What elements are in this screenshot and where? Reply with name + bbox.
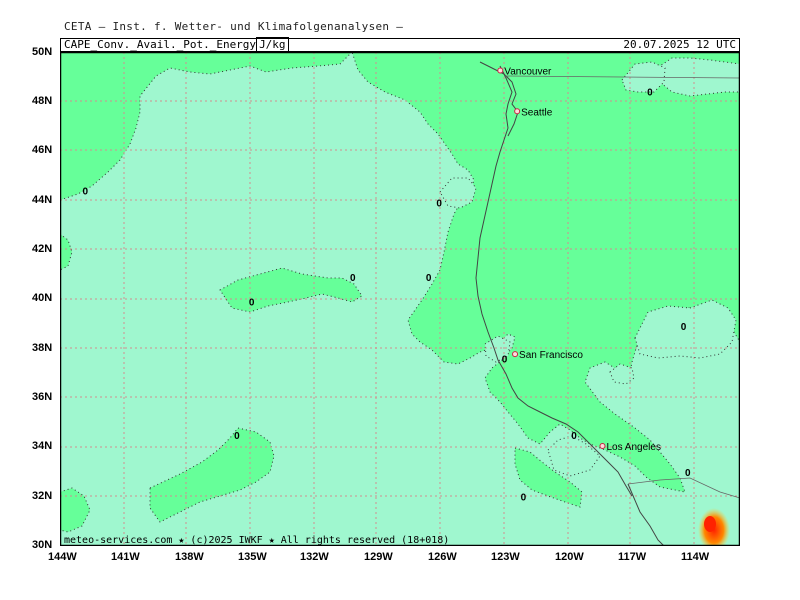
parameter-label: CAPE_Conv._Avail._Pot._Energy J/kg <box>64 37 289 52</box>
contour-value-label: 0 <box>426 273 432 284</box>
lon-label: 120W <box>555 551 584 563</box>
lon-label: 126W <box>428 551 457 563</box>
contour-value-label: 0 <box>571 431 577 442</box>
lon-label: 117W <box>618 551 647 563</box>
city-label: San Francisco <box>519 350 583 361</box>
lat-label: 42N <box>32 243 53 255</box>
contour-value-label: 0 <box>502 354 508 365</box>
lon-label: 135W <box>238 551 267 563</box>
footer-credit: meteo-services.com ★ (c)2025 IWKF ★ All … <box>64 535 450 546</box>
valid-datetime: 20.07.2025 12 UTC <box>623 38 736 51</box>
city-label: Seattle <box>521 107 553 118</box>
lon-label: 114W <box>681 551 710 563</box>
lat-label: 32N <box>32 490 53 502</box>
contour-value-label: 0 <box>82 186 88 197</box>
city-label: Los Angeles <box>606 442 661 453</box>
city-marker <box>497 67 504 74</box>
contour-value-label: 0 <box>521 493 527 504</box>
lat-label: 34N <box>32 440 53 452</box>
high-cape-core <box>704 516 716 532</box>
lon-label: 141W <box>111 551 140 563</box>
contour-value-label: 0 <box>685 468 691 479</box>
contour-value-label: 0 <box>249 297 255 308</box>
city-marker <box>514 108 521 115</box>
city-marker <box>512 351 519 358</box>
contour-value-label: 0 <box>350 273 356 284</box>
city-label: Vancouver <box>504 67 552 78</box>
city-marker <box>599 442 606 449</box>
lat-label: 44N <box>32 194 53 206</box>
lat-label: 40N <box>32 292 53 304</box>
lon-label: 123W <box>491 551 520 563</box>
unit-label: J/kg <box>256 37 289 52</box>
contour-value-label: 0 <box>436 199 442 210</box>
lon-label: 138W <box>175 551 204 563</box>
lon-label: 144W <box>48 551 77 563</box>
lon-label: 132W <box>300 551 329 563</box>
lat-label: 46N <box>32 144 53 156</box>
lat-label: 50N <box>32 46 53 58</box>
contour-value-label: 0 <box>647 88 653 99</box>
lat-label: 38N <box>32 342 53 354</box>
lat-label: 30N <box>32 539 53 551</box>
cape-map: Vancouver Seattle San Francisco Los Angeles… <box>60 52 740 546</box>
parameter-name: CAPE_Conv._Avail._Pot._Energy <box>64 38 257 51</box>
contour-value-label: 0 <box>234 431 240 442</box>
lat-label: 48N <box>32 95 53 107</box>
lon-label: 129W <box>364 551 393 563</box>
contour-value-label: 0 <box>681 322 687 333</box>
institute-title: CETA — Inst. f. Wetter- und Klimafolgena… <box>64 20 404 33</box>
lat-label: 36N <box>32 391 53 403</box>
